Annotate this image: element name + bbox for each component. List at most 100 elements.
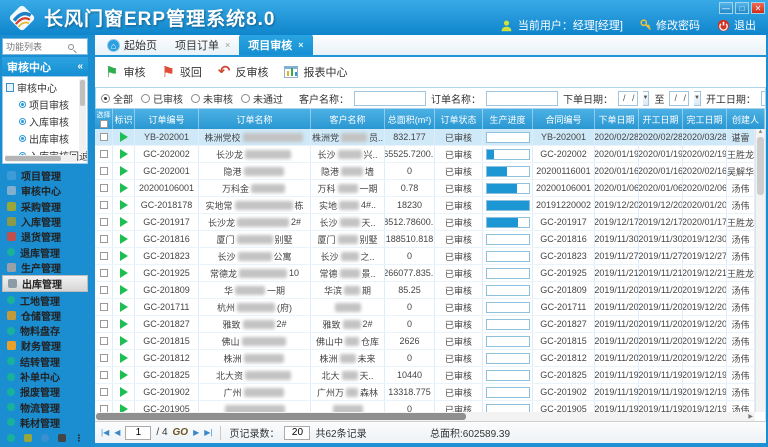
last-page-button[interactable]: ▶| (204, 428, 212, 437)
sidebar-item-物流管理[interactable]: 物流管理 (2, 399, 88, 414)
sidebar-item-报废管理[interactable]: 报废管理 (2, 384, 88, 399)
sidebar-item-退库管理[interactable]: 退库管理 (2, 244, 88, 259)
page-size-input[interactable] (284, 426, 310, 440)
order-date-from-input[interactable]: / / (618, 91, 638, 106)
table-row[interactable]: GC-201823长沙公寓长沙之..0已审核GC-2018232019/11/2… (95, 248, 755, 265)
row-checkbox[interactable] (100, 337, 108, 345)
close-button[interactable]: ✕ (751, 2, 765, 14)
radio-已审核[interactable]: 已审核 (141, 91, 183, 106)
tree-item-入库审核[interactable]: 入库审核 (19, 114, 87, 129)
row-checkbox[interactable] (100, 218, 108, 226)
sidebar-item-仓储管理[interactable]: 仓储管理 (2, 308, 88, 323)
cart-icon[interactable] (24, 434, 32, 442)
row-checkbox[interactable] (100, 235, 108, 243)
tab-项目审核[interactable]: 项目审核× (239, 35, 312, 55)
logout-button[interactable]: 退出 (717, 17, 756, 33)
table-vertical-scrollbar[interactable]: ▲ (755, 129, 765, 412)
sidebar-item-财务管理[interactable]: 财务管理 (2, 338, 88, 353)
tree-horizontal-scrollbar[interactable] (5, 155, 77, 162)
customer-name-input[interactable] (354, 91, 426, 106)
row-checkbox[interactable] (100, 388, 108, 396)
table-row[interactable]: GC-201809华一期华滨期85.25已审核GC-2018092019/11/… (95, 282, 755, 299)
驳回-button[interactable]: ⚑驳回 (161, 64, 201, 80)
radio-全部[interactable]: 全部 (101, 91, 133, 106)
table-row[interactable]: GC-201827雅致2#雅致2#0已审核GC-2018272019/11/20… (95, 316, 755, 333)
sidebar-item-结转管理[interactable]: 结转管理 (2, 354, 88, 369)
tree-vertical-scrollbar[interactable] (79, 79, 86, 153)
sidebar-item-采购管理[interactable]: 采购管理 (2, 199, 88, 214)
table-row[interactable]: GC-201812株洲株洲未来0已审核GC-2018122019/11/2020… (95, 350, 755, 367)
sidebar-item-耗材管理[interactable]: 耗材管理 (2, 415, 88, 430)
change-password-button[interactable]: 修改密码 (640, 17, 700, 33)
collapse-icon[interactable]: « (77, 61, 83, 72)
sidebar-item-生产管理[interactable]: 生产管理 (2, 260, 88, 275)
sidebar-item-物料盘存[interactable]: 物料盘存 (2, 323, 88, 338)
sidebar-item-补单中心[interactable]: 补单中心 (2, 369, 88, 384)
page-number-input[interactable] (125, 426, 151, 440)
more-icon[interactable]: ⋮ (75, 434, 84, 442)
row-checkbox[interactable] (100, 133, 108, 141)
next-page-button[interactable]: ▶ (193, 428, 199, 437)
leaf-icon[interactable] (41, 434, 49, 442)
table-row[interactable]: GC-201711杭州(府)0已审核GC-2017112019/11/20201… (95, 299, 755, 316)
row-checkbox[interactable] (100, 252, 108, 260)
order-name-input[interactable] (486, 91, 558, 106)
radio-未审核[interactable]: 未审核 (191, 91, 233, 106)
sidebar-item-工地管理[interactable]: 工地管理 (2, 292, 88, 307)
table-row[interactable]: GC-201825北大资北大天..10440已审核GC-2018252019/1… (95, 367, 755, 384)
row-checkbox[interactable] (100, 303, 108, 311)
prev-page-button[interactable]: ◀ (114, 428, 120, 437)
sidebar-item-退货管理[interactable]: 退货管理 (2, 229, 88, 244)
row-checkbox[interactable] (100, 167, 108, 175)
scroll-right-icon[interactable]: ▶ (748, 413, 755, 420)
table-row[interactable]: GC-201925常德龙10常德景..266077.835..已审核GC-201… (95, 265, 755, 282)
tree-item-项目审核[interactable]: 项目审核 (19, 97, 87, 112)
tab-close-icon[interactable]: × (225, 40, 230, 50)
radio-未通过[interactable]: 未通过 (241, 91, 283, 106)
table-row[interactable]: 20200106001万科金万科一期0.78已审核202001060012020… (95, 180, 755, 197)
go-button[interactable]: GO (173, 427, 189, 438)
sidebar-item-审核中心[interactable]: 审核中心 (2, 183, 88, 198)
审核-button[interactable]: ⚑审核 (105, 64, 145, 80)
row-checkbox[interactable] (100, 150, 108, 158)
tab-项目订单[interactable]: 项目订单× (166, 35, 239, 55)
table-row[interactable]: YB-202001株洲党校株洲党员..832.177已审核YB-20200120… (95, 129, 755, 146)
table-row[interactable]: GC-2019050已审核GC-2019052019/11/192019/11/… (95, 401, 755, 412)
calendar-dropdown-icon[interactable]: ▼ (643, 91, 650, 106)
order-date-to-input[interactable]: / / (669, 91, 689, 106)
tab-起始页[interactable]: ⌂起始页 (98, 35, 166, 55)
tree-root[interactable]: 审核中心 (6, 80, 87, 95)
row-checkbox[interactable] (100, 184, 108, 192)
row-checkbox[interactable] (100, 201, 108, 209)
table-row[interactable]: GC-202001隐港隐港墙0已审核202001160012020/01/162… (95, 163, 755, 180)
table-row[interactable]: GC-201815佛山佛山中仓库2626已审核GC-2018152019/11/… (95, 333, 755, 350)
first-page-button[interactable]: |◀ (101, 428, 109, 437)
table-row[interactable]: GC-201816厦门别墅厦门别墅188510.818已审核GC-2018162… (95, 231, 755, 248)
calendar-dropdown-icon[interactable]: ▼ (694, 91, 701, 106)
报表中心-button[interactable]: 报表中心 (284, 64, 347, 80)
tree-item-出库审核[interactable]: 出库审核 (19, 131, 87, 146)
row-checkbox[interactable] (100, 269, 108, 277)
row-checkbox[interactable] (100, 320, 108, 328)
反审核-button[interactable]: ↶反审核 (218, 64, 269, 80)
book-icon[interactable] (58, 434, 66, 442)
function-search-input[interactable] (6, 42, 68, 52)
select-all-checkbox[interactable] (100, 120, 108, 128)
sidebar-item-出库管理[interactable]: 出库管理 (2, 275, 88, 292)
sidebar-item-入库管理[interactable]: 入库管理 (2, 214, 88, 229)
row-checkbox[interactable] (100, 371, 108, 379)
row-checkbox[interactable] (100, 354, 108, 362)
row-checkbox[interactable] (100, 286, 108, 294)
table-row[interactable]: GC-201902广州广州万森林13318.775已审核GC-201902201… (95, 384, 755, 401)
table-row[interactable]: GC-2018178实地常栋实地4#..18230已审核201912200022… (95, 197, 755, 214)
row-checkbox[interactable] (100, 405, 108, 412)
sidebar-item-项目管理[interactable]: 项目管理 (2, 168, 88, 183)
restore-button[interactable]: □ (735, 2, 749, 14)
dot-icon[interactable] (7, 434, 15, 442)
minimize-button[interactable]: — (719, 2, 733, 14)
table-horizontal-scrollbar[interactable]: ▶ (95, 412, 755, 421)
tab-close-icon[interactable]: × (298, 40, 303, 50)
table-row[interactable]: GC-201917长沙龙2#长沙天..8512.78600..已审核GC-201… (95, 214, 755, 231)
table-row[interactable]: GC-202002长沙龙长沙兴..65525.7200..已审核GC-20200… (95, 146, 755, 163)
start-date-input[interactable]: / / (761, 91, 766, 106)
